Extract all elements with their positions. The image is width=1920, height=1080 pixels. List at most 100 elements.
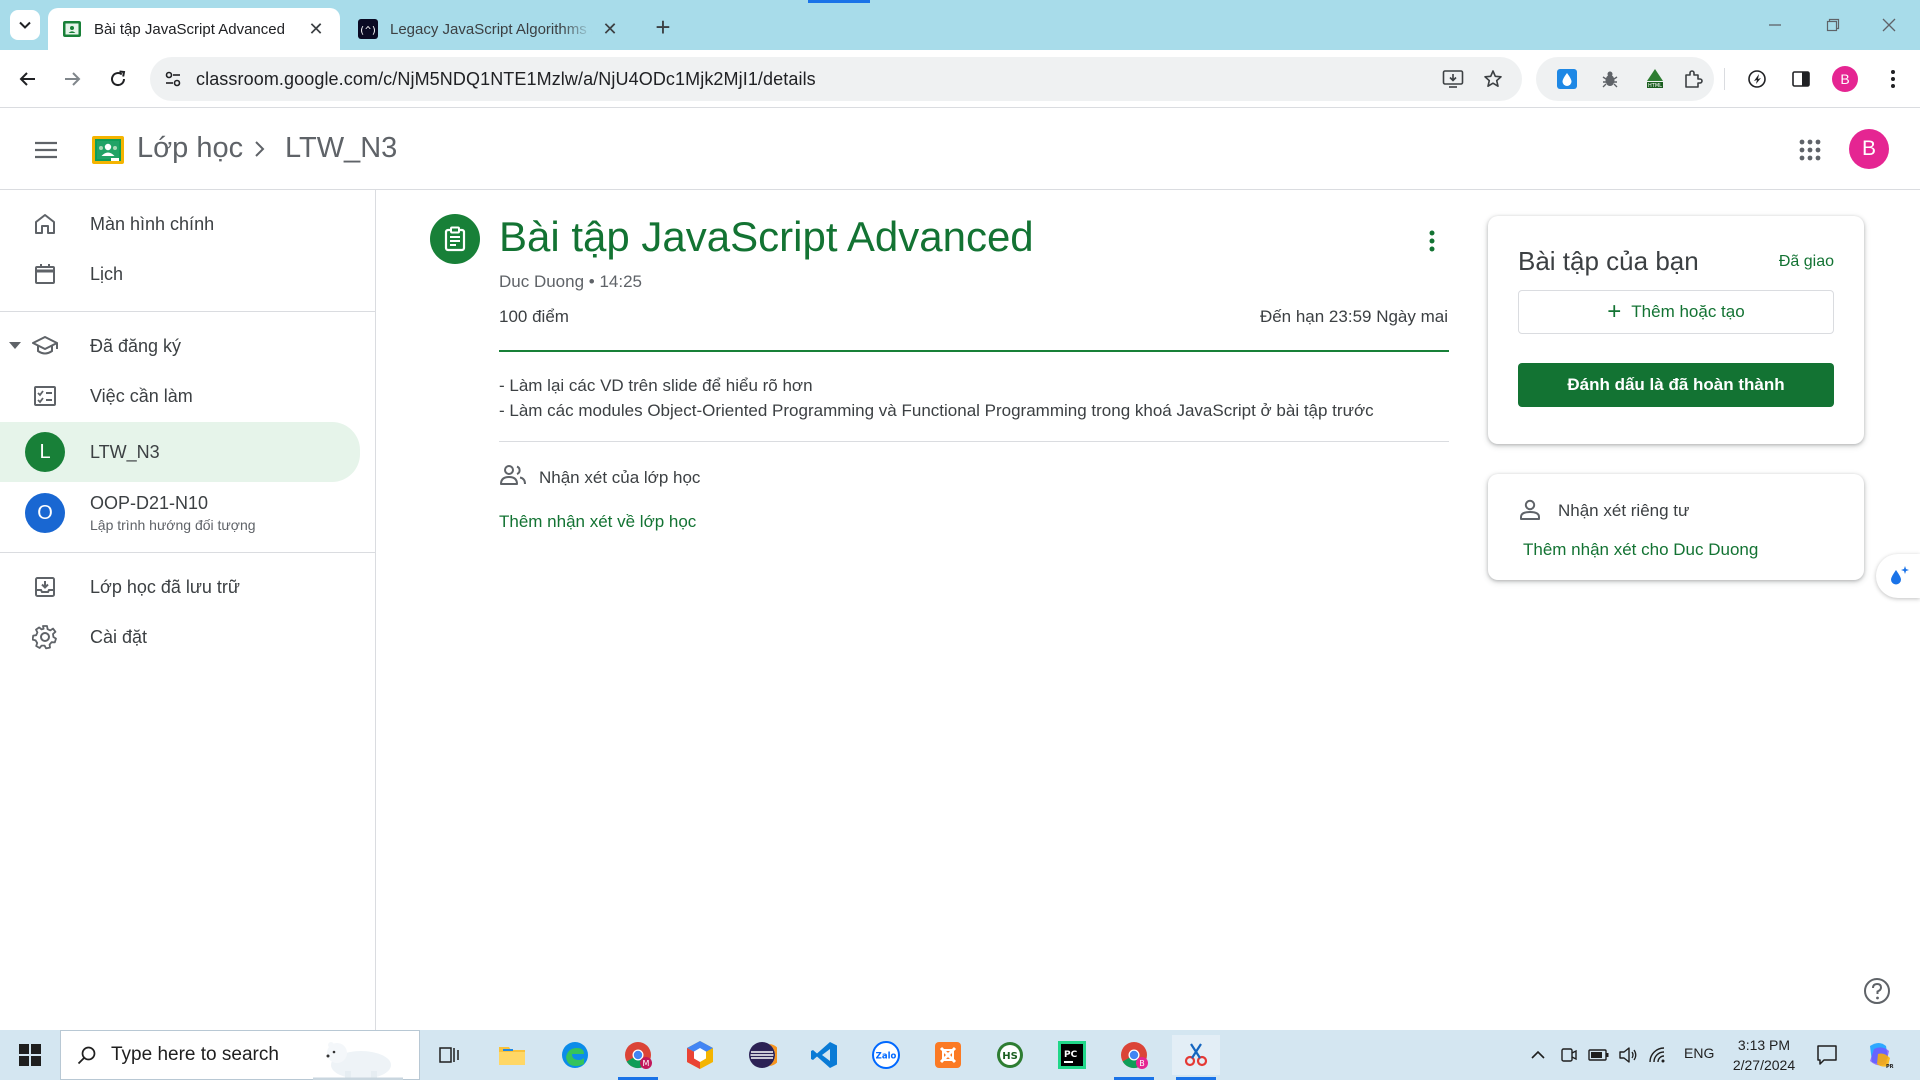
private-comments-card: Nhận xét riêng tư Thêm nhận xét cho Duc … [1488,474,1864,580]
taskbar-chrome-profile-b[interactable]: B [1110,1035,1158,1080]
bookmark-button[interactable] [1476,62,1510,96]
tab-search-button[interactable] [10,10,40,40]
side-panel-button[interactable] [1784,62,1818,96]
mark-as-done-button[interactable]: Đánh dấu là đã hoàn thành [1518,363,1834,407]
taskbar-hs-app[interactable]: HS [986,1035,1034,1075]
sidebar-item-class-ltw-n3[interactable]: L LTW_N3 [0,422,360,482]
polar-bear-search-highlight-icon [313,1042,403,1080]
sidebar-item-home[interactable]: Màn hình chính [0,196,360,252]
assignment-more-options-button[interactable] [1420,222,1444,260]
window-minimize-button[interactable] [1752,8,1798,42]
browser-menu-button[interactable] [1876,62,1910,96]
chrome-icon: M [625,1042,652,1069]
new-tab-button[interactable]: + [648,12,678,42]
taskbar-pycharm[interactable]: PC [1048,1035,1096,1075]
sidebar-item-enrolled[interactable]: Đã đăng ký [0,318,360,374]
show-hidden-icons-icon[interactable] [1530,1047,1546,1063]
side-assistant-button[interactable] [1876,554,1920,598]
sparkle-drop-icon [1891,566,1909,585]
install-app-button[interactable] [1436,62,1470,96]
copilot-icon[interactable]: PRE [1864,1040,1894,1070]
taskbar-chrome-profile-m[interactable]: M [614,1035,662,1080]
gear-icon [30,622,60,652]
window-close-button[interactable] [1866,8,1912,42]
browser-profile-avatar[interactable]: B [1832,66,1858,92]
assignment-due-date: Đến hạn 23:59 Ngày mai [1259,307,1448,326]
person-icon [1520,499,1540,520]
close-tab-icon[interactable]: ✕ [306,19,326,39]
sidebar-divider [0,552,376,553]
window-restore-button[interactable] [1810,8,1856,42]
tab-title: Legacy JavaScript Algorithms and Data St… [390,20,592,38]
wifi-icon[interactable] [1648,1046,1668,1064]
classroom-logo-icon[interactable] [92,136,124,164]
taskbar-search-placeholder: Type here to search [111,1044,279,1065]
start-button[interactable] [0,1030,60,1080]
extensions-menu-button[interactable] [1676,62,1710,96]
chevron-right-icon [255,141,265,157]
site-info-button[interactable] [156,62,190,96]
folder-icon [499,1047,525,1065]
taskbar-xampp[interactable] [924,1035,972,1075]
more-vert-icon [1429,230,1435,252]
taskbar-snipping-tool[interactable] [1172,1035,1220,1080]
taskbar-edge[interactable] [551,1035,599,1075]
class-text: OOP-D21-N10 Lập trình hướng đối tượng [90,493,256,533]
clock-time: 3:13 PM [1737,1037,1791,1053]
add-or-create-button[interactable]: + Thêm hoặc tạo [1518,290,1834,334]
hexagon-app-icon [687,1041,713,1069]
app-title[interactable]: Lớp học [137,132,243,165]
sidebar-item-calendar[interactable]: Lịch [0,246,360,302]
battery-icon[interactable] [1588,1047,1610,1063]
forward-button[interactable] [55,62,89,96]
svg-text:PRE: PRE [1886,1064,1894,1070]
camera-tray-icon[interactable] [1560,1046,1578,1064]
taskbar-app-hexagon[interactable] [676,1035,724,1075]
url-text[interactable]: classroom.google.com/c/NjM5NDQ1NTE1Mzlw/… [196,69,816,90]
svg-text:PC: PC [1064,1050,1078,1060]
address-bar[interactable]: classroom.google.com/c/NjM5NDQ1NTE1Mzlw/… [150,57,1522,101]
extension-button[interactable] [1550,62,1584,96]
account-avatar[interactable]: B [1849,129,1889,169]
input-language-indicator[interactable]: ENG [1684,1045,1714,1061]
help-icon[interactable] [1862,976,1892,1006]
svg-text:HS: HS [1002,1051,1018,1062]
taskbar-vscode[interactable] [800,1035,848,1075]
star-icon [1484,70,1502,87]
back-button[interactable] [11,62,45,96]
taskbar-file-explorer[interactable] [488,1035,536,1075]
notification-icon[interactable] [1816,1044,1838,1066]
volume-icon[interactable] [1618,1046,1638,1064]
taskbar-search-box[interactable]: Type here to search [60,1030,420,1080]
sidebar-item-archived[interactable]: Lớp học đã lưu trữ [0,559,360,615]
taskbar-eclipse[interactable] [738,1035,786,1075]
add-class-comment-link[interactable]: Thêm nhận xét về lớp học [499,512,696,532]
extension-button[interactable] [1593,62,1627,96]
hamburger-menu-icon [35,141,57,159]
class-name: LTW_N3 [90,441,160,462]
task-view-icon [439,1047,459,1063]
breadcrumb-class-name[interactable]: LTW_N3 [285,132,397,165]
taskbar-zalo[interactable]: Zalo [862,1035,910,1075]
taskbar-task-view[interactable] [426,1035,474,1075]
chrome-icon: B [1121,1042,1148,1069]
sidebar-item-settings[interactable]: Cài đặt [0,609,360,665]
extension-button[interactable] [1740,62,1774,96]
browser-tab-inactive[interactable]: (^) Legacy JavaScript Algorithms and Dat… [344,8,634,50]
extension-button[interactable]: HTML [1638,62,1672,96]
caret-down-icon[interactable] [9,342,21,350]
hs-app-icon: HS [997,1042,1023,1068]
main-menu-button[interactable] [26,130,66,170]
reload-button[interactable] [101,62,135,96]
system-clock[interactable]: 3:13 PM 2/27/2024 [1714,1035,1814,1075]
class-text: LTW_N3 [90,442,160,463]
html-tree-extension-icon: HTML [1647,69,1663,89]
sidebar-item-class-oop-d21-n10[interactable]: O OOP-D21-N10 Lập trình hướng đối tượng [0,482,360,544]
zalo-icon: Zalo [872,1041,900,1069]
google-apps-button[interactable] [1790,130,1830,170]
add-private-comment-link[interactable]: Thêm nhận xét cho Duc Duong [1523,540,1758,560]
reload-icon [111,70,126,87]
browser-tab-active[interactable]: Bài tập JavaScript Advanced ✕ [48,8,340,50]
sidebar-item-todo[interactable]: Việc cần làm [0,368,360,424]
close-tab-icon[interactable]: ✕ [600,19,620,39]
